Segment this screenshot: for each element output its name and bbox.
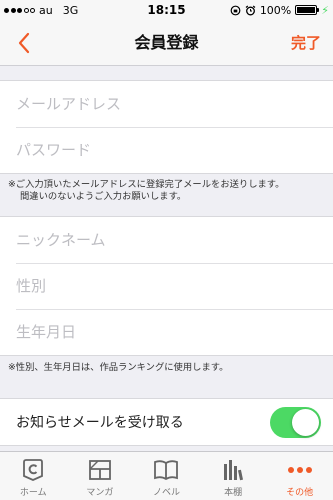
email-note-line-1: ※ご入力頂いたメールアドレスに登録完了メールをお送りします。: [8, 179, 285, 190]
status-bar: au 3G 18:15 100% ⚡: [0, 0, 333, 20]
tab-manga-label: マンガ: [86, 488, 114, 498]
nickname-field-row: [0, 217, 333, 263]
more-icon: [287, 457, 313, 483]
tab-bookshelf[interactable]: 本棚: [200, 452, 267, 500]
profile-fields-group: [0, 216, 333, 356]
password-field[interactable]: [16, 141, 316, 159]
email-field[interactable]: [16, 95, 316, 113]
manga-icon: [87, 457, 113, 483]
battery-icon: [295, 5, 320, 15]
profile-note: ※性別、生年月日は、作品ランキングに使用します。: [8, 362, 229, 373]
newsletter-label: お知らせメールを受け取る: [16, 415, 184, 431]
tab-bar: ホーム マンガ ノベル 本棚 その他: [0, 451, 333, 500]
password-field-row: [0, 127, 333, 173]
rotation-lock-icon: [230, 5, 241, 15]
back-button[interactable]: [12, 30, 36, 56]
birthday-field[interactable]: [16, 323, 316, 341]
email-note-line-2: 間違いのないようご入力お願いします。: [20, 191, 187, 202]
account-fields-group: [0, 80, 333, 174]
tab-novel[interactable]: ノベル: [133, 452, 200, 500]
tab-novel-label: ノベル: [152, 488, 180, 498]
tab-manga[interactable]: マンガ: [67, 452, 134, 500]
battery-percent: 100%: [259, 3, 292, 17]
alarm-icon: [245, 5, 256, 15]
bookshelf-icon: [220, 457, 246, 483]
gender-field[interactable]: [16, 277, 316, 295]
newsletter-group: お知らせメールを受け取る: [0, 398, 333, 446]
chevron-left-icon: [18, 32, 30, 54]
toggle-knob: [292, 408, 319, 436]
tab-home-label: ホーム: [19, 488, 47, 498]
done-button[interactable]: 完了: [291, 20, 321, 66]
tab-bookshelf-label: 本棚: [224, 488, 243, 498]
charging-icon: ⚡: [321, 3, 329, 17]
birthday-field-row: [0, 309, 333, 355]
navigation-bar: 会員登録 完了: [0, 20, 333, 66]
page-title: 会員登録: [134, 33, 199, 52]
email-note: ※ご入力頂いたメールアドレスに登録完了メールをお送りします。 間違いのないようご…: [8, 179, 327, 203]
status-right: 100% ⚡: [230, 0, 329, 20]
newsletter-toggle[interactable]: [270, 406, 321, 438]
newsletter-row: お知らせメールを受け取る: [0, 399, 333, 445]
tab-more[interactable]: その他: [266, 452, 333, 500]
home-c-icon: [20, 457, 46, 483]
nickname-field[interactable]: [16, 231, 316, 249]
email-field-row: [0, 81, 333, 127]
book-icon: [153, 457, 179, 483]
tab-home[interactable]: ホーム: [0, 452, 67, 500]
gender-field-row: [0, 263, 333, 309]
tab-more-label: その他: [286, 488, 314, 498]
